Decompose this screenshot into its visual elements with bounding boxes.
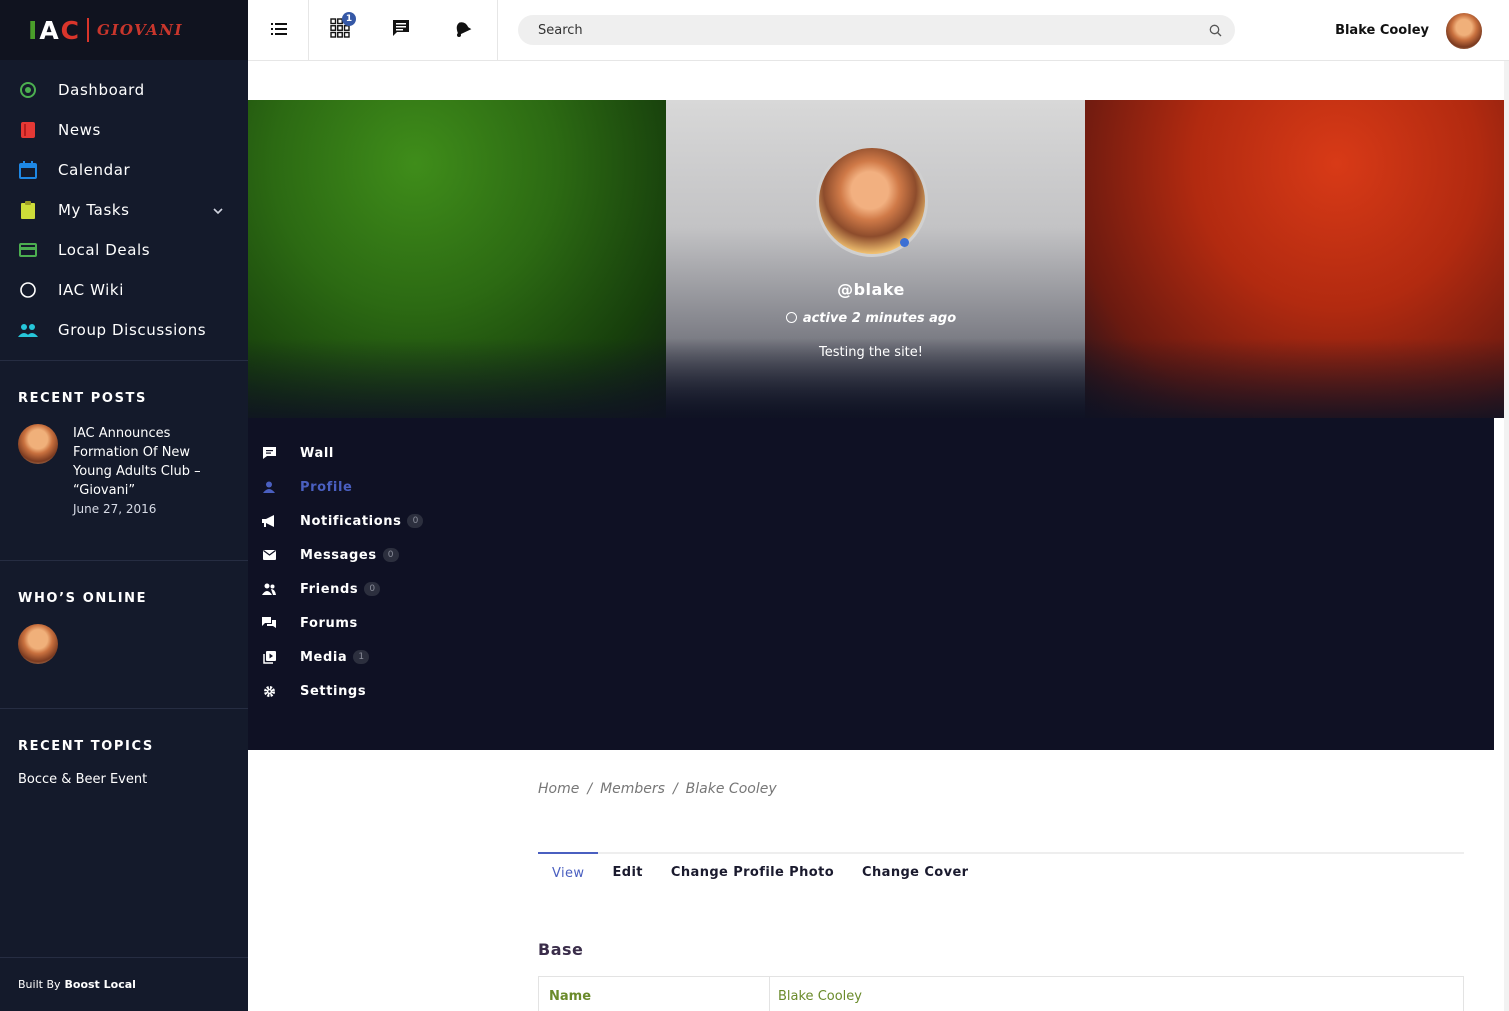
tab-change-cover[interactable]: Change Cover — [848, 854, 982, 890]
notifications-button[interactable] — [431, 0, 492, 60]
chat-icon — [391, 19, 411, 41]
sidebar: IAC GIOVANI Dashboard News Calendar My T… — [0, 0, 248, 1011]
avatar[interactable] — [18, 424, 58, 464]
profile-nav-forums[interactable]: Forums — [248, 606, 1494, 640]
logo-iac: IAC — [28, 15, 82, 45]
card-icon — [18, 240, 38, 260]
clipboard-icon — [18, 200, 38, 220]
gear-icon — [262, 684, 276, 698]
person-icon — [262, 480, 276, 494]
sidebar-item-label: My Tasks — [58, 201, 130, 219]
recent-posts-widget: RECENT POSTS IAC Announces Formation Of … — [0, 360, 248, 516]
recent-post-item[interactable]: IAC Announces Formation Of New Young Adu… — [18, 424, 230, 516]
search-bar — [518, 15, 1235, 45]
logo-divider — [87, 18, 90, 42]
sidebar-item-group-discussions[interactable]: Group Discussions — [0, 310, 248, 350]
bell-icon — [452, 18, 472, 42]
list-icon — [270, 21, 287, 40]
profile-cover: @blake active 2 minutes ago Testing the … — [248, 100, 1504, 418]
sidebar-item-my-tasks[interactable]: My Tasks — [0, 190, 248, 230]
recent-post-date: June 27, 2016 — [73, 502, 157, 516]
chevron-down-icon[interactable] — [212, 202, 224, 221]
last-active: active 2 minutes ago — [248, 311, 1494, 326]
breadcrumb-home[interactable]: Home — [538, 781, 579, 797]
profile-avatar[interactable] — [816, 145, 928, 257]
profile-nav-media[interactable]: Media 1 — [248, 640, 1494, 674]
tab-view[interactable]: View — [538, 852, 599, 890]
field-value[interactable]: Blake Cooley — [770, 977, 862, 1011]
menu-toggle-button[interactable] — [248, 0, 309, 60]
sidebar-item-label: Group Discussions — [58, 321, 207, 339]
whos-online-title: WHO’S ONLINE — [18, 591, 148, 606]
online-status-dot — [900, 238, 909, 247]
notification-badge: 1 — [342, 12, 356, 26]
profile-field-row: Name Blake Cooley — [538, 976, 1464, 1011]
avatar[interactable] — [1444, 11, 1484, 51]
scrollbar[interactable] — [1504, 61, 1509, 1011]
wall-icon — [262, 446, 276, 460]
topbar: 1 Blake Cooley — [248, 0, 1509, 61]
recent-posts-title: RECENT POSTS — [18, 391, 147, 406]
friends-icon — [262, 582, 276, 596]
envelope-icon — [262, 548, 276, 562]
breadcrumb-members[interactable]: Members — [600, 781, 665, 797]
profile-nav-notifications[interactable]: Notifications 0 — [248, 504, 1494, 538]
apps-button[interactable]: 1 — [309, 0, 370, 60]
profile-handle: @blake — [837, 280, 905, 299]
count-badge: 0 — [382, 548, 399, 562]
section-title: Base — [538, 940, 584, 959]
recent-topics-widget: RECENT TOPICS Bocce & Beer Event — [0, 708, 248, 787]
logo-giovani: GIOVANI — [97, 21, 183, 39]
search-icon[interactable] — [1195, 24, 1235, 37]
sidebar-item-news[interactable]: News — [0, 110, 248, 150]
count-badge: 0 — [407, 514, 424, 528]
messages-button[interactable] — [370, 0, 431, 60]
profile-nav-friends[interactable]: Friends 0 — [248, 572, 1494, 606]
sidebar-item-local-deals[interactable]: Local Deals — [0, 230, 248, 270]
profile-status: Testing the site! — [819, 345, 923, 360]
megaphone-icon — [262, 514, 276, 528]
dashboard-icon — [18, 80, 38, 100]
breadcrumb: Home / Members / Blake Cooley — [538, 781, 777, 797]
count-badge: 1 — [353, 650, 370, 664]
breadcrumb-current: Blake Cooley — [685, 781, 777, 797]
media-icon — [262, 650, 276, 664]
calendar-icon — [18, 160, 38, 180]
online-user-avatar[interactable] — [18, 624, 58, 664]
recent-topic-link[interactable]: Bocce & Beer Event — [18, 772, 230, 787]
profile-nav: Wall Profile Notifications 0 Messages 0 … — [248, 418, 1494, 750]
tab-edit[interactable]: Edit — [598, 854, 656, 890]
profile-nav-messages[interactable]: Messages 0 — [248, 538, 1494, 572]
sidebar-item-iac-wiki[interactable]: IAC Wiki — [0, 270, 248, 310]
profile-nav-profile[interactable]: Profile — [248, 470, 1494, 504]
circle-icon — [18, 280, 38, 300]
footer-brand-link[interactable]: Boost Local — [65, 978, 136, 991]
sidebar-item-label: IAC Wiki — [58, 281, 124, 299]
sidebar-item-label: Dashboard — [58, 81, 145, 99]
recent-topics-title: RECENT TOPICS — [18, 739, 154, 754]
news-icon — [18, 120, 38, 140]
tab-change-profile-photo[interactable]: Change Profile Photo — [657, 854, 848, 890]
sidebar-footer: Built By Boost Local — [0, 957, 248, 1011]
clock-icon — [785, 312, 797, 323]
sidebar-item-label: Calendar — [58, 161, 131, 179]
forums-icon — [262, 616, 276, 630]
footer-prefix: Built By — [18, 978, 61, 991]
profile-nav-settings[interactable]: Settings — [248, 674, 1494, 708]
count-badge: 0 — [364, 582, 381, 596]
sidebar-item-label: News — [58, 121, 101, 139]
sidebar-item-label: Local Deals — [58, 241, 151, 259]
sidebar-nav: Dashboard News Calendar My Tasks Local D… — [0, 60, 248, 350]
search-input[interactable] — [538, 22, 1195, 38]
whos-online-widget: WHO’S ONLINE — [0, 560, 248, 664]
profile-tabs: View Edit Change Profile Photo Change Co… — [538, 852, 1464, 892]
sidebar-item-dashboard[interactable]: Dashboard — [0, 70, 248, 110]
group-icon — [18, 320, 38, 340]
recent-post-title[interactable]: IAC Announces Formation Of New Young Adu… — [73, 424, 230, 500]
sidebar-item-calendar[interactable]: Calendar — [0, 150, 248, 190]
profile-nav-wall[interactable]: Wall — [248, 436, 1494, 470]
field-label: Name — [539, 977, 770, 1011]
user-name[interactable]: Blake Cooley — [1335, 23, 1429, 38]
logo[interactable]: IAC GIOVANI — [0, 0, 248, 60]
